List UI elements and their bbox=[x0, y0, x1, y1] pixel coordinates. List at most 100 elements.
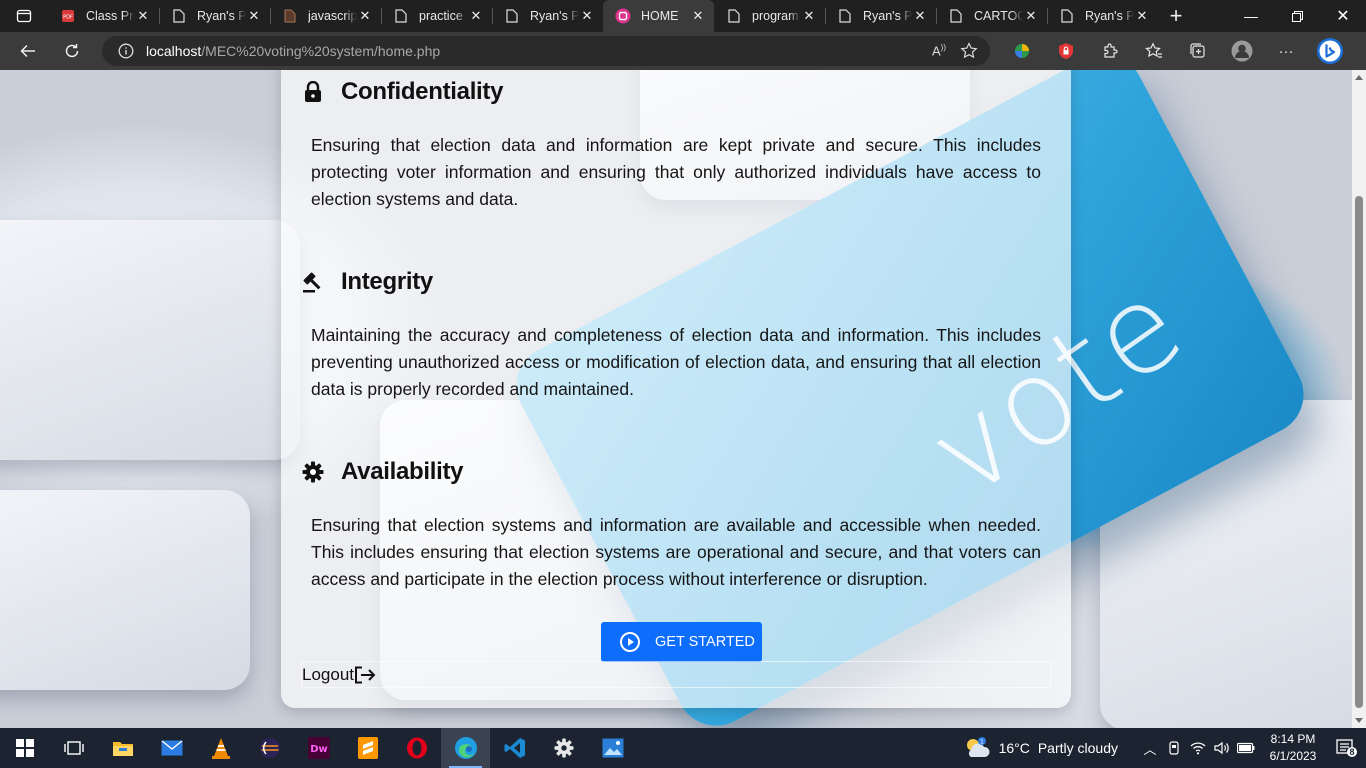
start-button[interactable] bbox=[0, 728, 49, 768]
background-key bbox=[0, 220, 300, 460]
url-text[interactable]: localhost/MEC%20voting%20system/home.php bbox=[146, 43, 440, 59]
wifi-icon bbox=[1190, 742, 1206, 755]
gear-icon bbox=[301, 460, 325, 484]
close-window-button[interactable]: ✕ bbox=[1320, 0, 1366, 32]
tab-title: Class Pro bbox=[86, 9, 135, 23]
tab-actions-icon bbox=[16, 9, 32, 23]
tab-close-icon[interactable]: ✕ bbox=[1134, 8, 1150, 24]
collections-button[interactable] bbox=[1176, 32, 1220, 70]
extension-button[interactable] bbox=[1044, 32, 1088, 70]
new-tab-button[interactable]: + bbox=[1158, 0, 1194, 32]
taskbar-app[interactable] bbox=[490, 728, 539, 768]
taskbar-app[interactable]: Dw bbox=[294, 728, 343, 768]
restore-button[interactable] bbox=[1274, 0, 1320, 32]
get-started-label: GET STARTED bbox=[655, 634, 755, 650]
page-icon bbox=[726, 8, 742, 24]
tab-close-icon[interactable]: ✕ bbox=[579, 8, 595, 24]
network-button[interactable] bbox=[1186, 728, 1210, 768]
taskbar-app[interactable] bbox=[196, 728, 245, 768]
add-favorite-icon[interactable] bbox=[960, 42, 978, 60]
file-explorer-icon bbox=[112, 742, 133, 756]
tab-title: HOME bbox=[641, 9, 679, 23]
browser-tab[interactable]: Ryan's Po ✕ bbox=[825, 0, 936, 32]
browser-tab[interactable]: PDF Class Pro ✕ bbox=[48, 0, 159, 32]
scroll-up-icon[interactable] bbox=[1355, 75, 1363, 80]
page-icon bbox=[171, 8, 187, 24]
browser-tab[interactable]: javascript ✕ bbox=[270, 0, 381, 32]
page-scrollbar[interactable] bbox=[1352, 70, 1366, 728]
browser-tab[interactable]: Ryan's Po ✕ bbox=[492, 0, 603, 32]
settings-more-button[interactable]: ··· bbox=[1264, 32, 1308, 70]
system-tray: 1 16°C Partly cloudy ︿ 8:14 PM 6/1/2023 … bbox=[963, 728, 1366, 768]
favorites-button[interactable] bbox=[1132, 32, 1176, 70]
refresh-button[interactable] bbox=[50, 32, 94, 70]
clock-date: 6/1/2023 bbox=[1269, 749, 1317, 763]
browser-tab[interactable]: Ryan's Po ✕ bbox=[159, 0, 270, 32]
task-view-button[interactable] bbox=[49, 728, 98, 768]
taskbar-app[interactable] bbox=[588, 728, 637, 768]
browser-tab-active[interactable]: HOME ✕ bbox=[603, 0, 714, 32]
shield-lock-icon bbox=[1059, 43, 1073, 59]
tab-close-icon[interactable]: ✕ bbox=[357, 8, 373, 24]
site-icon bbox=[615, 8, 631, 24]
taskbar-app-active[interactable] bbox=[441, 728, 490, 768]
address-bar[interactable]: localhost/MEC%20voting%20system/home.php… bbox=[102, 36, 990, 66]
scroll-thumb[interactable] bbox=[1355, 196, 1363, 708]
extensions-button[interactable] bbox=[1088, 32, 1132, 70]
extension-button[interactable] bbox=[1000, 32, 1044, 70]
weather-widget[interactable]: 1 16°C Partly cloudy bbox=[963, 736, 1118, 760]
tray-icon[interactable] bbox=[1162, 728, 1186, 768]
browser-tab[interactable]: Ryan's Po ✕ bbox=[1047, 0, 1158, 32]
scroll-down-icon[interactable] bbox=[1355, 718, 1363, 723]
tab-close-icon[interactable]: ✕ bbox=[468, 8, 484, 24]
volume-button[interactable] bbox=[1210, 728, 1234, 768]
logout-link[interactable]: Logout bbox=[302, 665, 354, 685]
bing-button[interactable] bbox=[1308, 32, 1352, 70]
section-title: Confidentiality bbox=[341, 78, 504, 105]
eclipse-icon bbox=[259, 738, 280, 758]
notification-center-button[interactable]: 8 bbox=[1328, 728, 1366, 768]
profile-button[interactable] bbox=[1220, 32, 1264, 70]
taskbar-app[interactable] bbox=[147, 728, 196, 768]
tab-close-icon[interactable]: ✕ bbox=[135, 8, 151, 24]
taskbar-app[interactable] bbox=[392, 728, 441, 768]
tab-close-icon[interactable]: ✕ bbox=[912, 8, 928, 24]
tab-close-icon[interactable]: ✕ bbox=[246, 8, 262, 24]
back-button[interactable] bbox=[6, 32, 50, 70]
tab-close-icon[interactable]: ✕ bbox=[690, 8, 706, 24]
favorites-icon bbox=[1145, 42, 1162, 58]
get-started-button[interactable]: GET STARTED bbox=[601, 622, 762, 662]
collections-icon bbox=[1190, 43, 1205, 58]
url-path: /MEC%20voting%20system/home.php bbox=[201, 43, 441, 59]
logout-icon[interactable] bbox=[354, 666, 376, 684]
colorful-extension-icon bbox=[1015, 44, 1029, 58]
dreamweaver-icon: Dw bbox=[307, 737, 330, 759]
puzzle-icon bbox=[1104, 43, 1118, 58]
taskbar-app[interactable] bbox=[98, 728, 147, 768]
browser-tab[interactable]: practice ✕ bbox=[381, 0, 492, 32]
tab-close-icon[interactable]: ✕ bbox=[801, 8, 817, 24]
show-hidden-icons-button[interactable]: ︿ bbox=[1138, 728, 1162, 768]
vscode-icon bbox=[504, 738, 525, 758]
notification-count: 8 bbox=[1349, 747, 1355, 757]
browser-tab[interactable]: CARTOO ✕ bbox=[936, 0, 1047, 32]
sublime-icon bbox=[357, 737, 378, 759]
taskbar-app[interactable] bbox=[539, 728, 588, 768]
tab-title: program bbox=[752, 9, 799, 23]
info-icon[interactable] bbox=[118, 43, 134, 59]
clock[interactable]: 8:14 PM 6/1/2023 bbox=[1258, 731, 1328, 765]
battery-button[interactable] bbox=[1234, 728, 1258, 768]
page-icon bbox=[837, 8, 853, 24]
url-host: localhost bbox=[146, 43, 202, 59]
read-aloud-icon[interactable]: A)) bbox=[932, 43, 946, 58]
tab-title: Ryan's Po bbox=[197, 9, 246, 23]
minimize-icon: — bbox=[1244, 8, 1258, 24]
minimize-button[interactable]: — bbox=[1228, 0, 1274, 32]
tab-actions-button[interactable] bbox=[0, 0, 48, 32]
taskbar-app[interactable] bbox=[343, 728, 392, 768]
tab-close-icon[interactable]: ✕ bbox=[1023, 8, 1039, 24]
browser-tab[interactable]: program ✕ bbox=[714, 0, 825, 32]
logout-bar: Logout bbox=[301, 661, 1051, 688]
taskbar-app[interactable] bbox=[245, 728, 294, 768]
weather-temp: 16°C bbox=[998, 740, 1030, 756]
